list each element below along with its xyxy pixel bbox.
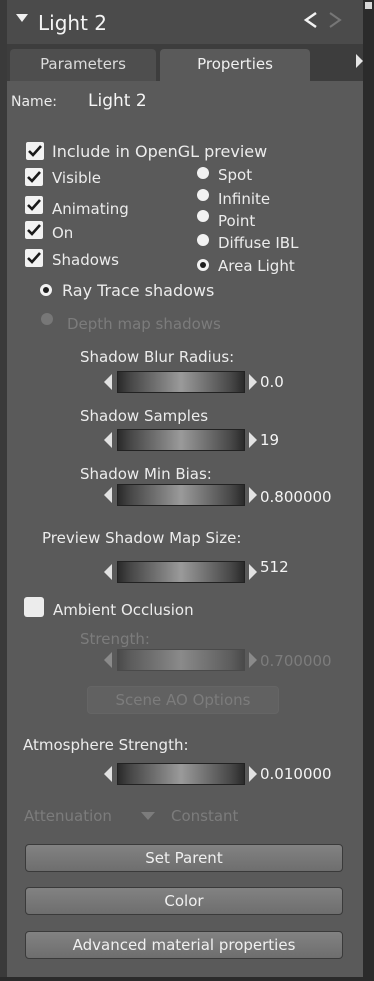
ao-strength-label: Strength: [80,630,150,648]
shadow-min-bias-label: Shadow Min Bias: [80,465,212,483]
radio-ray-trace-shadows[interactable] [40,284,52,296]
on-label: On [52,224,74,242]
include-opengl-checkbox[interactable] [26,142,44,160]
shadows-label: Shadows [52,251,120,269]
tab-overflow-arrow-icon[interactable] [356,54,363,68]
attenuation-value: Constant [171,807,239,825]
shadow-samples-value[interactable]: 19 [260,430,279,450]
panel-right-edge [363,0,374,981]
shadow-samples-increase-icon[interactable] [249,432,257,448]
atmosphere-strength-increase-icon[interactable] [249,766,257,782]
collapse-arrow-icon[interactable] [16,14,28,22]
preview-shadow-map-size-increase-icon[interactable] [249,564,257,580]
ao-strength-increase-icon [249,652,257,668]
panel-bottom-edge [0,977,374,981]
preview-shadow-map-size-label: Preview Shadow Map Size: [42,529,242,547]
shadow-min-bias-decrease-icon[interactable] [104,487,112,503]
advanced-material-properties-button[interactable]: Advanced material properties [25,931,343,959]
shadow-blur-radius-decrease-icon[interactable] [104,374,112,390]
atmosphere-strength-value[interactable]: 0.010000 [260,764,332,784]
shadow-min-bias-increase-icon[interactable] [249,487,257,503]
shadow-samples-decrease-icon[interactable] [104,432,112,448]
on-checkbox[interactable] [25,221,43,239]
radio-diffuse-ibl[interactable] [197,234,209,246]
animating-checkbox[interactable] [25,196,43,214]
set-parent-button[interactable]: Set Parent [25,844,343,872]
shadow-blur-radius-slider[interactable] [117,371,245,393]
radio-ray-trace-label: Ray Trace shadows [62,281,215,300]
ao-strength-slider [117,649,245,671]
attenuation-label: Attenuation [24,807,112,825]
radio-diffuse-ibl-label: Diffuse IBL [218,234,299,252]
visible-checkbox[interactable] [25,168,43,186]
atmosphere-strength-slider[interactable] [117,763,245,785]
chevron-left-icon[interactable] [301,9,321,31]
shadow-min-bias-slider[interactable] [117,484,245,506]
shadow-blur-radius-label: Shadow Blur Radius: [80,348,235,366]
name-label: Name: [11,94,58,110]
preview-shadow-map-size-value[interactable]: 512 [260,557,289,577]
visible-label: Visible [52,169,101,187]
atmosphere-strength-decrease-icon[interactable] [104,766,112,782]
name-value[interactable]: Light 2 [88,91,147,111]
ambient-occlusion-checkbox[interactable] [24,597,44,617]
shadows-checkbox[interactable] [25,249,43,267]
radio-spot-label: Spot [218,166,253,184]
check-icon [27,171,41,183]
shadow-blur-radius-increase-icon[interactable] [249,374,257,390]
preview-shadow-map-size-slider[interactable] [117,561,245,583]
include-opengl-label: Include in OpenGL preview [52,142,268,161]
ao-strength-decrease-icon [104,652,112,668]
animating-label: Animating [52,200,129,218]
attenuation-dropdown-arrow-icon [141,812,155,820]
shadow-samples-label: Shadow Samples [80,407,209,425]
radio-depth-map-shadows [41,313,53,325]
radio-infinite[interactable] [197,189,209,201]
shadow-samples-slider[interactable] [117,429,245,451]
check-icon [27,252,41,264]
panel-left-edge [0,0,7,981]
radio-area-light[interactable] [197,259,209,271]
check-icon [28,145,42,157]
tab-parameters[interactable]: Parameters [10,49,156,81]
panel-corner-icon [365,2,372,9]
ao-strength-value: 0.700000 [260,652,332,670]
radio-point[interactable] [197,210,209,222]
check-icon [27,199,41,211]
radio-area-light-label: Area Light [218,257,295,275]
atmosphere-strength-label: Atmosphere Strength: [23,736,189,754]
radio-infinite-label: Infinite [218,190,271,208]
radio-spot[interactable] [197,167,209,179]
ambient-occlusion-label: Ambient Occlusion [53,601,194,619]
check-icon [27,224,41,236]
radio-point-label: Point [218,212,256,230]
tab-properties[interactable]: Properties [160,49,310,81]
color-button[interactable]: Color [25,887,343,915]
chevron-right-icon[interactable] [325,9,345,31]
shadow-min-bias-value[interactable]: 0.800000 [260,487,332,507]
preview-shadow-map-size-decrease-icon[interactable] [104,564,112,580]
shadow-blur-radius-value[interactable]: 0.0 [260,372,284,392]
radio-depth-map-label: Depth map shadows [67,315,221,333]
panel-title: Light 2 [38,11,107,35]
scene-ao-options-button: Scene AO Options [87,686,279,714]
